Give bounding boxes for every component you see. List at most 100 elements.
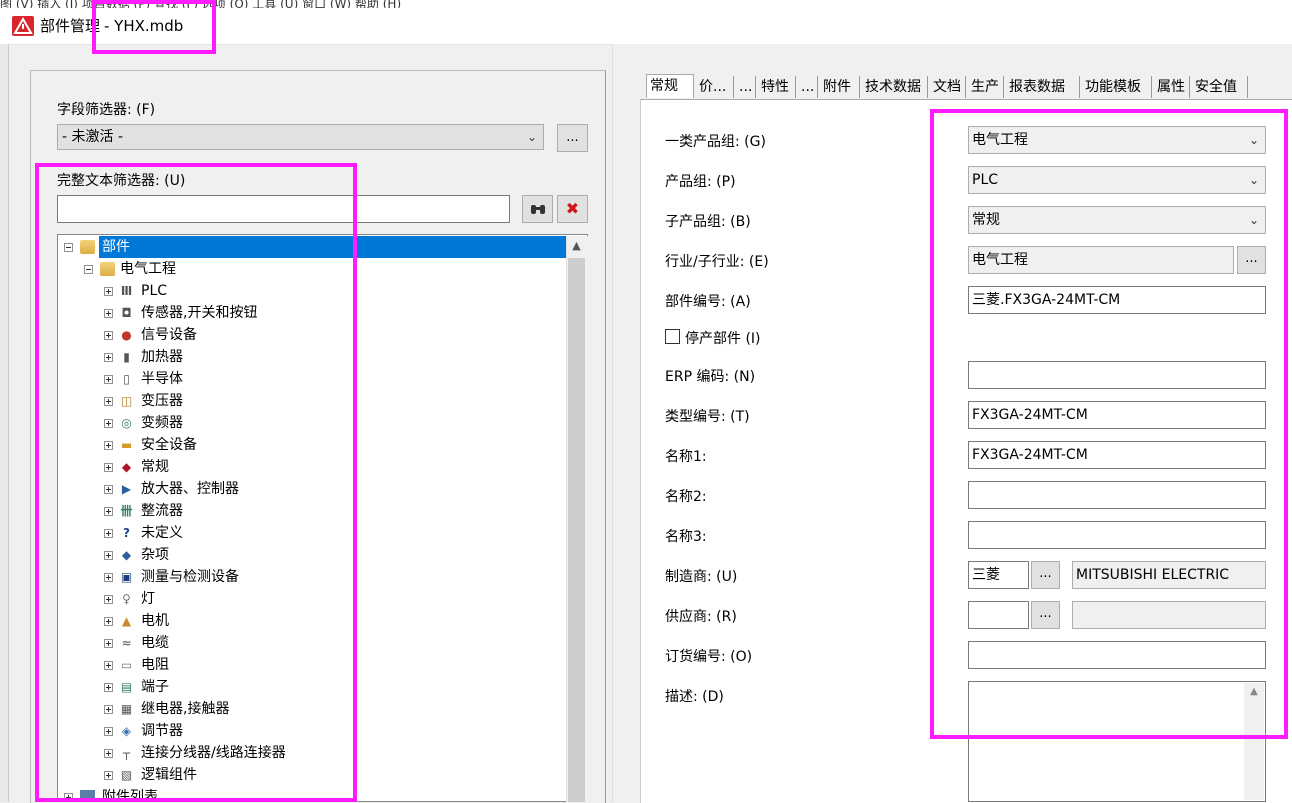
- inverter-icon: ◎: [121, 416, 132, 430]
- description-scrollbar[interactable]: ▲: [1244, 683, 1264, 800]
- supplier-code-field[interactable]: [968, 601, 1029, 629]
- expand-icon[interactable]: [104, 727, 113, 736]
- misc-icon: ◆: [121, 548, 132, 562]
- tab-11[interactable]: 属性: [1154, 76, 1190, 98]
- expand-icon[interactable]: [104, 441, 113, 450]
- expand-icon[interactable]: [104, 639, 113, 648]
- manufacturer-label: 制造商: (U): [665, 569, 738, 585]
- supplier-name-field: [1072, 601, 1266, 629]
- menu-bar-remnant: 图 (V) 插入 (I) 项目数据 (P) 查找 (F) 选项 (O) 工具 (…: [0, 0, 1292, 8]
- tree-item-label: 电阻: [141, 657, 169, 673]
- expand-icon[interactable]: [104, 771, 113, 780]
- expand-icon[interactable]: [104, 573, 113, 582]
- tab-10[interactable]: 功能模板: [1082, 76, 1152, 98]
- tab-2[interactable]: ...: [736, 76, 756, 98]
- expand-icon[interactable]: [104, 397, 113, 406]
- product-group-value: PLC: [972, 172, 999, 188]
- tab-0[interactable]: 常规: [646, 74, 694, 98]
- discontinued-checkbox[interactable]: [665, 329, 680, 344]
- manufacturer-code-field[interactable]: 三菱: [968, 561, 1029, 589]
- tree-item-label: 杂项: [141, 547, 169, 563]
- scroll-up-icon[interactable]: ▲: [566, 236, 587, 256]
- amplifier-icon: ▶: [121, 482, 132, 496]
- tree-item-label: 变压器: [141, 393, 183, 409]
- name3-field[interactable]: [968, 521, 1266, 549]
- tree-node-root[interactable]: 部件: [62, 236, 570, 258]
- expand-icon[interactable]: [104, 529, 113, 538]
- clear-filter-icon[interactable]: ✖: [557, 195, 588, 223]
- tab-12[interactable]: 安全值: [1192, 76, 1248, 98]
- erp-field[interactable]: [968, 361, 1266, 389]
- tree-item-label: 整流器: [141, 503, 183, 519]
- expand-icon[interactable]: [104, 749, 113, 758]
- tab-4[interactable]: ...: [798, 76, 818, 98]
- expand-icon[interactable]: [104, 375, 113, 384]
- tree-item-label: 灯: [141, 591, 155, 607]
- motor-icon: ▲: [121, 614, 132, 628]
- expand-icon[interactable]: [104, 617, 113, 626]
- binoculars-icon[interactable]: [522, 195, 553, 223]
- manufacturer-browse-button[interactable]: ...: [1031, 561, 1060, 589]
- expand-icon[interactable]: [104, 463, 113, 472]
- product-group1-value: 电气工程: [972, 132, 1028, 148]
- fulltext-filter-input[interactable]: [57, 195, 510, 223]
- parts-tree[interactable]: 部件 电气工程 附件列表 Ⅲ PLC ◘ 传感器,开关和按钮 ● 信号设备 ▮ 加热器 ▯ 半导体…: [57, 234, 588, 802]
- sub-group-dropdown[interactable]: 常规 ⌄: [968, 206, 1266, 234]
- supplier-browse-button[interactable]: ...: [1031, 601, 1060, 629]
- tab-3[interactable]: 特性: [758, 76, 796, 98]
- field-filter-dropdown[interactable]: - 未激活 - ⌄: [57, 124, 544, 150]
- industry-field[interactable]: 电气工程: [968, 246, 1234, 274]
- tree-item-label: 未定义: [141, 525, 183, 541]
- expand-icon[interactable]: [104, 309, 113, 318]
- name1-field[interactable]: FX3GA-24MT-CM: [968, 441, 1266, 469]
- tab-5[interactable]: 附件: [820, 76, 860, 98]
- product-group1-dropdown[interactable]: 电气工程 ⌄: [968, 126, 1266, 154]
- tab-9[interactable]: 报表数据: [1006, 76, 1080, 98]
- scrollbar-thumb[interactable]: [568, 258, 585, 802]
- collapse-icon[interactable]: [84, 265, 93, 274]
- type-number-field[interactable]: FX3GA-24MT-CM: [968, 401, 1266, 429]
- sub-group-value: 常规: [972, 212, 1000, 228]
- tab-1[interactable]: 价...: [696, 76, 734, 98]
- tab-7[interactable]: 文档: [930, 76, 966, 98]
- tree-item-label: 安全设备: [141, 437, 197, 453]
- manufacturer-name-field: MITSUBISHI ELECTRIC: [1072, 561, 1266, 589]
- expand-icon[interactable]: [104, 595, 113, 604]
- tree-item-label: PLC: [141, 283, 168, 299]
- transformer-icon: ◫: [120, 394, 133, 408]
- supplier-label: 供应商: (R): [665, 609, 737, 625]
- field-filter-value: - 未激活 -: [62, 129, 124, 145]
- expand-icon[interactable]: [104, 485, 113, 494]
- folder-icon: [80, 240, 95, 254]
- part-number-field[interactable]: 三菱.FX3GA-24MT-CM: [968, 286, 1266, 314]
- field-filter-browse-button[interactable]: ...: [557, 124, 588, 152]
- logic-icon: ▧: [120, 768, 133, 782]
- expand-icon[interactable]: [104, 661, 113, 670]
- description-textarea[interactable]: [968, 681, 1266, 802]
- meter-icon: ▣: [120, 570, 133, 584]
- resistor-icon: ▭: [120, 658, 133, 672]
- name1-label: 名称1:: [665, 449, 707, 465]
- expand-icon[interactable]: [104, 353, 113, 362]
- expand-icon[interactable]: [104, 551, 113, 560]
- order-number-label: 订货编号: (O): [665, 649, 753, 665]
- product-group-dropdown[interactable]: PLC ⌄: [968, 166, 1266, 194]
- tab-6[interactable]: 技术数据: [862, 76, 928, 98]
- semiconductor-icon: ▯: [123, 372, 130, 386]
- tree-item-label: 放大器、控制器: [141, 481, 239, 497]
- tree-item-label: 逻辑组件: [141, 767, 197, 783]
- expand-icon[interactable]: [64, 793, 73, 801]
- tree-item-label: 信号设备: [141, 327, 197, 343]
- name2-field[interactable]: [968, 481, 1266, 509]
- collapse-icon[interactable]: [64, 243, 73, 252]
- expand-icon[interactable]: [104, 705, 113, 714]
- expand-icon[interactable]: [104, 331, 113, 340]
- tab-8[interactable]: 生产: [968, 76, 1004, 98]
- order-number-field[interactable]: [968, 641, 1266, 669]
- expand-icon[interactable]: [104, 507, 113, 516]
- expand-icon[interactable]: [104, 287, 113, 296]
- discontinued-label: 停产部件 (I): [685, 331, 761, 347]
- expand-icon[interactable]: [104, 683, 113, 692]
- industry-browse-button[interactable]: ...: [1237, 246, 1266, 274]
- expand-icon[interactable]: [104, 419, 113, 428]
